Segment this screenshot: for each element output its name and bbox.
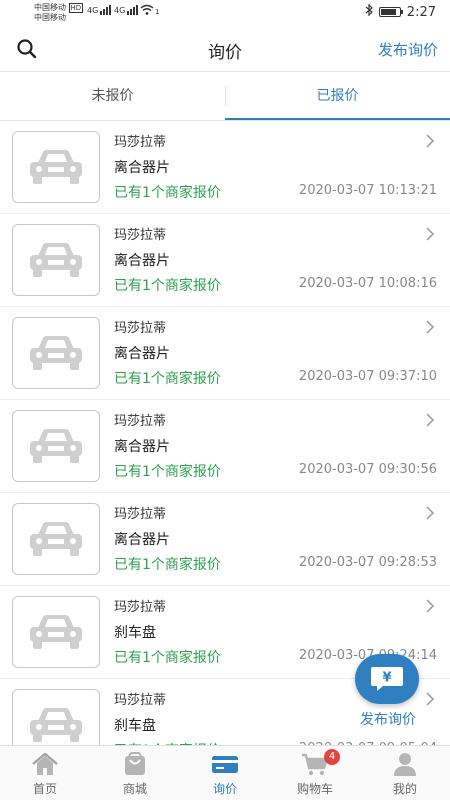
car-brand: 玛莎拉蒂 [114, 321, 167, 336]
inquiry-list: 玛莎拉蒂 离合器片 已有1个商家报价 2020-03-07 10:13:21 玛… [0, 120, 450, 745]
wifi-icon: 1 [140, 4, 159, 16]
chevron-right-icon [426, 599, 435, 613]
product-thumbnail [12, 410, 100, 482]
part-name: 离合器片 [114, 439, 170, 455]
quote-status: 已有1个商家报价 [114, 278, 221, 294]
carrier-name-1: 中国移动 [34, 3, 66, 12]
inquiry-list-item[interactable]: 玛莎拉蒂 离合器片 已有1个商家报价 2020-03-07 10:13:21 [0, 121, 450, 214]
quote-status: 已有1个商家报价 [114, 650, 221, 666]
hd-indicator: HD [68, 3, 84, 13]
battery-icon [378, 7, 403, 17]
car-brand: 玛莎拉蒂 [114, 414, 167, 429]
car-placeholder-icon [30, 150, 82, 184]
signal-icon-2: 4G [114, 5, 139, 15]
search-button[interactable] [14, 36, 40, 62]
inquiry-list-item[interactable]: 玛莎拉蒂 离合器片 已有1个商家报价 2020-03-07 09:28:53 [0, 493, 450, 586]
car-placeholder-icon [30, 336, 82, 370]
tabbar-cart[interactable]: 4 购物车 [270, 746, 360, 800]
product-thumbnail [12, 224, 100, 296]
tabbar-mine[interactable]: 我的 [360, 746, 450, 800]
inquiry-time: 2020-03-07 10:13:21 [298, 183, 437, 198]
publish-inquiry-fab[interactable]: ¥ [355, 654, 419, 704]
car-brand: 玛莎拉蒂 [114, 600, 167, 615]
tabbar-cart-label: 购物车 [296, 782, 333, 796]
quote-status: 已有1个商家报价 [114, 557, 221, 573]
quote-status-tabs: 未报价 已报价 [0, 72, 450, 120]
chevron-right-icon [426, 320, 435, 334]
publish-inquiry-link[interactable]: 发布询价 [378, 39, 438, 60]
fab-label[interactable]: 发布询价 [350, 709, 426, 729]
car-placeholder-icon [30, 429, 82, 463]
part-name: 离合器片 [114, 253, 170, 269]
product-thumbnail [12, 317, 100, 389]
car-placeholder-icon [30, 243, 82, 277]
quote-status: 已有1个商家报价 [114, 371, 221, 387]
part-name: 刹车盘 [114, 718, 156, 734]
wifi-number: 1 [155, 8, 160, 16]
carrier-info: 中国移动 HD 中国移动 [34, 3, 84, 23]
car-placeholder-icon [30, 708, 82, 742]
inquiry-card-icon [212, 756, 238, 773]
inquiry-list-item[interactable]: 玛莎拉蒂 离合器片 已有1个商家报价 2020-03-07 09:30:56 [0, 400, 450, 493]
quote-bubble-icon: ¥ [371, 667, 403, 691]
tabbar-home-label: 首页 [32, 782, 57, 796]
shop-bag-icon [125, 752, 145, 775]
status-bar: 中国移动 HD 中国移动 4G 4G 1 2:27 [0, 0, 450, 26]
tabbar-shop[interactable]: 商城 [90, 746, 180, 800]
inquiry-time: 2020-03-07 09:37:10 [298, 369, 437, 384]
part-name: 刹车盘 [114, 625, 156, 641]
product-thumbnail [12, 689, 100, 745]
car-placeholder-icon [30, 522, 82, 556]
cart-badge: 4 [324, 749, 340, 765]
inquiry-list-item[interactable]: 玛莎拉蒂 离合器片 已有1个商家报价 2020-03-07 10:08:16 [0, 214, 450, 307]
part-name: 离合器片 [114, 346, 170, 362]
chevron-right-icon [426, 134, 435, 148]
bottom-tab-bar: 首页 商城 询价 4 购物车 我的 [0, 745, 450, 800]
carrier-name-2: 中国移动 [34, 13, 66, 22]
tabbar-shop-label: 商城 [122, 782, 147, 796]
yuan-glyph: ¥ [382, 671, 391, 686]
quote-status: 已有1个商家报价 [114, 185, 221, 201]
net-type-1: 4G [87, 6, 99, 15]
inquiry-time: 2020-03-07 09:30:56 [298, 462, 437, 477]
chevron-right-icon [426, 413, 435, 427]
nav-bar: 询价 发布询价 [0, 26, 450, 72]
net-type-2: 4G [114, 6, 126, 15]
chevron-right-icon [426, 506, 435, 520]
car-brand: 玛莎拉蒂 [114, 507, 167, 522]
car-placeholder-icon [30, 615, 82, 649]
quote-status: 已有1个商家报价 [114, 464, 221, 480]
home-icon [32, 752, 58, 775]
part-name: 离合器片 [114, 160, 170, 176]
tab-quoted[interactable]: 已报价 [225, 72, 450, 120]
product-thumbnail [12, 131, 100, 203]
tabbar-inquiry-label: 询价 [212, 782, 237, 796]
signal-icon-1: 4G [87, 5, 112, 15]
tab-unquoted[interactable]: 未报价 [0, 72, 225, 120]
tabbar-mine-label: 我的 [392, 782, 417, 796]
search-icon [17, 39, 37, 59]
inquiry-time: 2020-03-07 10:08:16 [298, 276, 437, 291]
car-brand: 玛莎拉蒂 [114, 135, 167, 150]
tabbar-inquiry[interactable]: 询价 [180, 746, 270, 800]
chevron-right-icon [426, 227, 435, 241]
clock: 2:27 [406, 4, 436, 20]
product-thumbnail [12, 503, 100, 575]
product-thumbnail [12, 596, 100, 668]
bluetooth-icon [365, 3, 373, 20]
chevron-right-icon [426, 692, 435, 706]
car-brand: 玛莎拉蒂 [114, 693, 167, 708]
user-icon [394, 753, 416, 776]
part-name: 离合器片 [114, 532, 170, 548]
inquiry-time: 2020-03-07 09:28:53 [298, 555, 437, 570]
car-brand: 玛莎拉蒂 [114, 228, 167, 243]
inquiry-list-item[interactable]: 玛莎拉蒂 离合器片 已有1个商家报价 2020-03-07 09:37:10 [0, 307, 450, 400]
tabbar-home[interactable]: 首页 [0, 746, 90, 800]
